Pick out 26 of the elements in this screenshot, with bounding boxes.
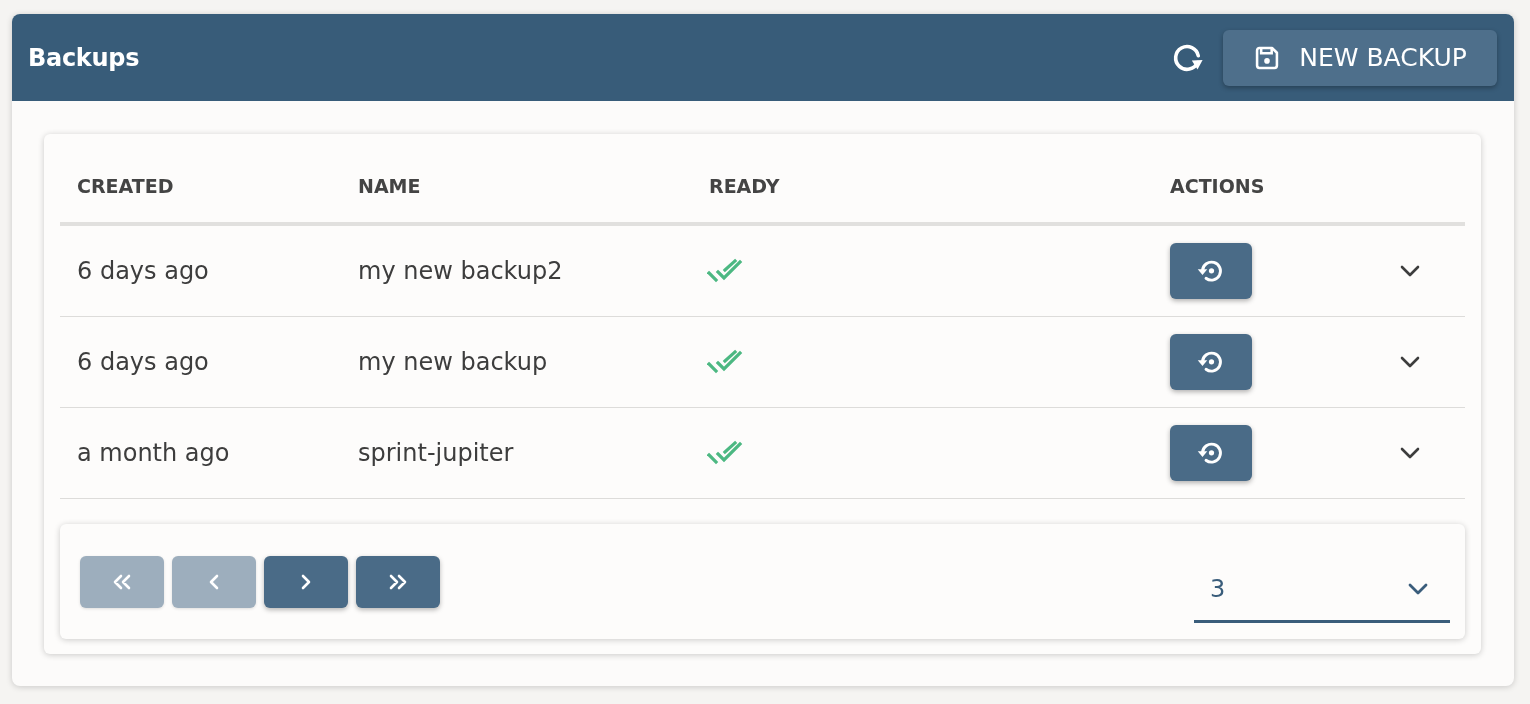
chevron-right-icon: [301, 573, 311, 590]
chevron-down-icon[interactable]: [1400, 265, 1420, 277]
panel-title: Backups: [28, 43, 140, 72]
table-cell-text: my new backup2: [357, 257, 564, 285]
table-cell-text: 6 days ago: [76, 348, 210, 376]
chevron-left-icon: [209, 573, 219, 590]
next-page-button[interactable]: [264, 555, 348, 608]
table-cell-text: a month ago: [76, 439, 231, 467]
chevron-down-icon[interactable]: [1400, 356, 1420, 368]
restore-button[interactable]: [1170, 334, 1252, 390]
table-cell-text: 6 days ago: [76, 257, 210, 285]
column-header: CREATED: [76, 175, 175, 197]
column-header: NAME: [357, 175, 422, 197]
page-size-select[interactable]: 3: [1194, 562, 1450, 623]
column-header: READY: [708, 175, 781, 197]
double-chevron-right-icon: [388, 573, 408, 590]
new-backup-button[interactable]: NEW BACKUP: [1223, 29, 1497, 86]
table-cell-text: my new backup: [357, 348, 549, 376]
column-header: ACTIONS: [1169, 175, 1266, 197]
last-page-button[interactable]: [356, 555, 440, 608]
chevron-down-icon: [1408, 583, 1428, 595]
restore-button[interactable]: [1170, 425, 1252, 481]
chevron-down-icon[interactable]: [1400, 447, 1420, 459]
table-cell-text: sprint-jupiter: [357, 439, 515, 467]
restore-button[interactable]: [1170, 243, 1252, 299]
double-chevron-left-icon: [112, 573, 132, 590]
